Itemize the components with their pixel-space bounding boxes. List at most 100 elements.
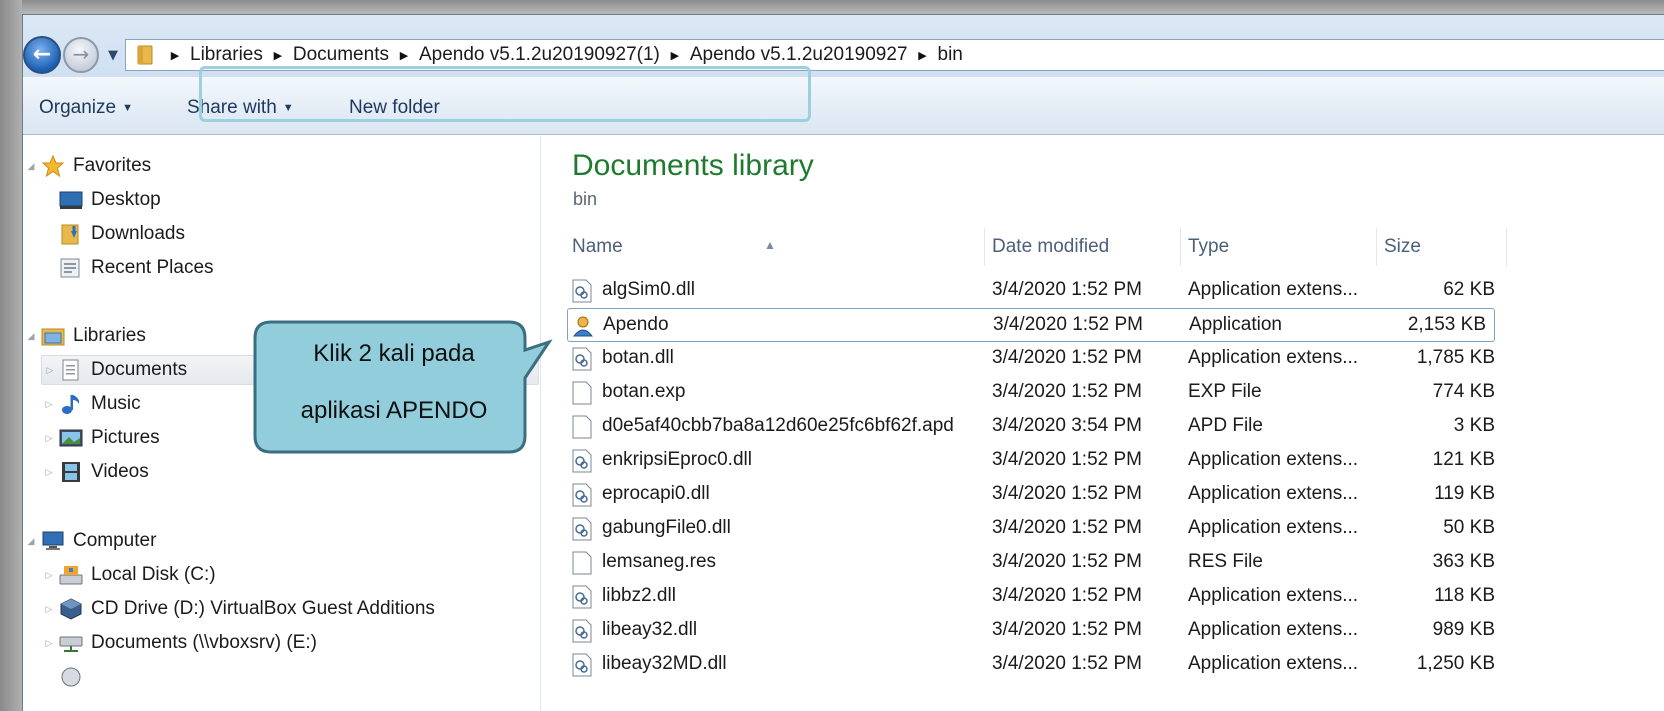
nav-local-disk[interactable]: ▷ Local Disk (C:)	[41, 560, 216, 590]
documents-icon	[62, 359, 79, 381]
nav-favorites-label: Favorites	[73, 155, 152, 176]
file-row[interactable]: libbz2.dll 3/4/2020 1:52 PM Application ex…	[567, 580, 1503, 614]
file-row[interactable]: botan.exp 3/4/2020 1:52 PM EXP File 774 KB	[567, 376, 1503, 410]
column-header-name[interactable]: Name ▲	[542, 228, 985, 266]
dll-file-icon	[571, 585, 593, 609]
file-row[interactable]: eprocapi0.dll 3/4/2020 1:52 PM Application…	[567, 478, 1503, 512]
breadcrumb-libraries[interactable]: Libraries	[186, 44, 267, 66]
file-date-modified: 3/4/2020 1:52 PM	[992, 517, 1142, 538]
nav-desktop[interactable]: Desktop	[59, 185, 161, 215]
breadcrumb-bin[interactable]: bin	[934, 44, 967, 66]
organize-button[interactable]: Organize ▼	[39, 97, 133, 119]
recent-places-icon	[60, 258, 80, 278]
blank-file-icon	[571, 415, 593, 439]
breadcrumb-separator-icon[interactable]: ▶	[912, 49, 934, 62]
organize-label: Organize	[39, 97, 117, 118]
file-row[interactable]: botan.dll 3/4/2020 1:52 PM Application ext…	[567, 342, 1503, 376]
breadcrumb-separator-icon[interactable]: ▶	[267, 49, 289, 62]
breadcrumb-documents[interactable]: Documents	[289, 44, 393, 66]
dll-file-icon	[571, 449, 593, 473]
window-shadow-left	[0, 0, 22, 711]
videos-icon	[62, 462, 80, 482]
file-size: 121 KB	[1432, 449, 1495, 470]
column-header-date[interactable]: Date modified	[985, 228, 1181, 266]
expand-triangle-icon[interactable]: ◢	[25, 331, 37, 342]
file-size: 2,153 KB	[1407, 314, 1486, 335]
column-header-size[interactable]: Size	[1377, 228, 1507, 266]
file-row[interactable]: lemsaneg.res 3/4/2020 1:52 PM RES File 363 …	[567, 546, 1503, 580]
column-name-label: Name	[572, 236, 623, 257]
breadcrumb-separator-icon[interactable]: ▶	[393, 49, 415, 62]
nav-libraries-label: Libraries	[73, 325, 146, 346]
file-list-pane: Documents library bin Name ▲ Date modifi…	[542, 136, 1664, 711]
file-row[interactable]: d0e5af40cbb7ba8a12d60e25fc6bf62f.apd 3/4/…	[567, 410, 1503, 444]
nav-recent-places[interactable]: Recent Places	[59, 253, 214, 283]
breadcrumb-separator-icon[interactable]: ▶	[164, 49, 186, 62]
expand-triangle-icon[interactable]: ◢	[25, 536, 37, 547]
file-size: 62 KB	[1443, 279, 1495, 300]
file-name: algSim0.dll	[602, 279, 695, 300]
expand-triangle-icon[interactable]: ▷	[43, 433, 55, 444]
nav-libraries[interactable]: ◢ Libraries	[23, 321, 146, 351]
breadcrumb-apendo-outer[interactable]: Apendo v5.1.2u20190927(1)	[415, 44, 664, 66]
file-row[interactable]: gabungFile0.dll 3/4/2020 1:52 PM Applicati…	[567, 512, 1503, 546]
nav-desktop-label: Desktop	[91, 189, 161, 210]
file-row[interactable]: Apendo 3/4/2020 1:52 PM Application 2,153 K…	[567, 308, 1495, 342]
libraries-icon	[41, 328, 65, 346]
nav-downloads[interactable]: Downloads	[59, 219, 185, 249]
file-date-modified: 3/4/2020 1:52 PM	[992, 483, 1142, 504]
nav-favorites[interactable]: ◢ Favorites	[23, 151, 523, 181]
expand-triangle-icon[interactable]: ▷	[43, 604, 55, 615]
file-size: 3 KB	[1453, 415, 1495, 436]
expand-triangle-icon[interactable]: ▷	[43, 570, 55, 581]
network-drive-icon	[59, 636, 83, 652]
file-date-modified: 3/4/2020 1:52 PM	[992, 653, 1142, 674]
file-type: Application extens...	[1188, 619, 1359, 640]
file-type: Application extens...	[1188, 449, 1359, 470]
column-header-type[interactable]: Type	[1181, 228, 1377, 266]
library-subtitle: bin	[573, 189, 598, 209]
expand-triangle-icon[interactable]: ▷	[43, 399, 55, 410]
file-type: Application extens...	[1188, 517, 1359, 538]
nav-cd-drive[interactable]: ▷ CD Drive (D:) VirtualBox Guest Additio…	[41, 594, 435, 624]
file-type: Application extens...	[1188, 585, 1359, 606]
sort-ascending-icon: ▲	[764, 238, 776, 252]
file-size: 119 KB	[1434, 483, 1495, 504]
back-button[interactable]: ←	[23, 36, 61, 74]
file-row[interactable]: libeay32MD.dll 3/4/2020 1:52 PM Applicatio…	[567, 648, 1503, 682]
column-size-label: Size	[1384, 236, 1421, 257]
file-type: Application extens...	[1188, 347, 1359, 368]
star-icon	[41, 155, 65, 177]
file-date-modified: 3/4/2020 1:52 PM	[992, 449, 1142, 470]
file-size: 363 KB	[1432, 551, 1495, 572]
file-name: d0e5af40cbb7ba8a12d60e25fc6bf62f.apd	[602, 415, 954, 436]
nav-partial-item[interactable]	[59, 662, 91, 692]
dll-file-icon	[571, 347, 593, 371]
recent-pages-dropdown[interactable]: ▼	[105, 49, 121, 63]
file-row[interactable]: algSim0.dll 3/4/2020 1:52 PM Application e…	[567, 274, 1503, 308]
breadcrumb-separator-icon[interactable]: ▶	[664, 49, 686, 62]
nav-computer[interactable]: ◢ Computer	[23, 526, 157, 556]
explorer-window: ← → ▼ ▶ Libraries ▶ Documents ▶ Apendo v…	[22, 14, 1664, 711]
forward-button[interactable]: →	[63, 37, 99, 73]
callout-line-2: aplikasi APENDO	[300, 397, 488, 424]
file-row[interactable]: enkripsiEproc0.dll 3/4/2020 1:52 PM Applic…	[567, 444, 1503, 478]
nav-local-disk-label: Local Disk (C:)	[91, 564, 216, 585]
breadcrumb-apendo-inner[interactable]: Apendo v5.1.2u20190927	[686, 44, 912, 66]
file-row[interactable]: libeay32.dll 3/4/2020 1:52 PM Application …	[567, 614, 1503, 648]
nav-music[interactable]: ▷ Music	[41, 389, 141, 419]
nav-network-documents[interactable]: ▷ Documents (\\vboxsrv) (E:)	[41, 628, 317, 658]
back-arrow-icon: ←	[32, 42, 52, 67]
expand-triangle-icon[interactable]: ▷	[44, 365, 56, 376]
file-size: 118 KB	[1434, 585, 1495, 606]
file-type: Application	[1189, 314, 1282, 335]
file-date-modified: 3/4/2020 3:54 PM	[992, 415, 1142, 436]
file-size: 774 KB	[1432, 381, 1495, 402]
file-name: libeay32MD.dll	[602, 653, 727, 674]
expand-triangle-icon[interactable]: ▷	[43, 638, 55, 649]
file-date-modified: 3/4/2020 1:52 PM	[992, 347, 1142, 368]
expand-triangle-icon[interactable]: ◢	[25, 161, 37, 172]
expand-triangle-icon[interactable]: ▷	[43, 467, 55, 478]
nav-pictures[interactable]: ▷ Pictures	[41, 423, 160, 453]
nav-videos[interactable]: ▷ Videos	[41, 457, 149, 487]
